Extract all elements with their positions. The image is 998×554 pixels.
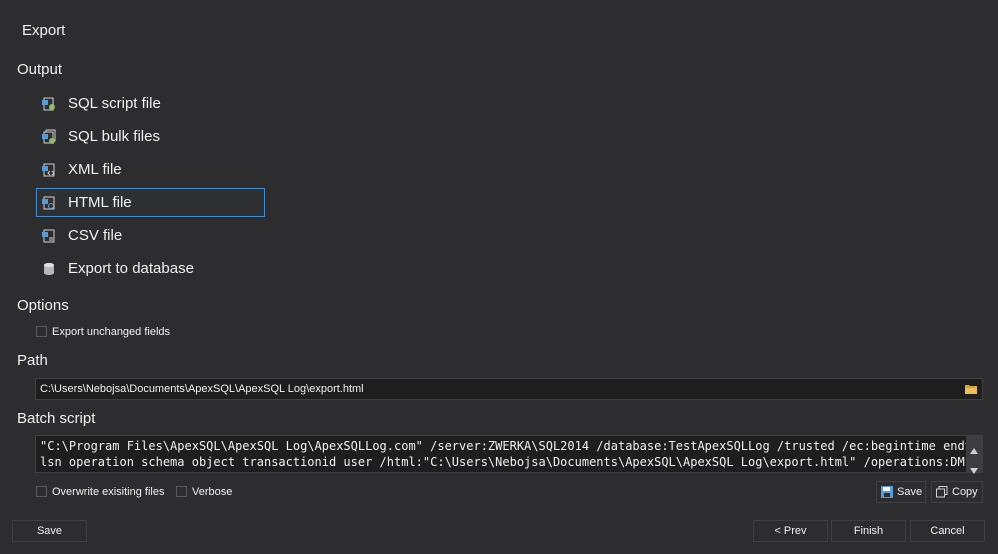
batch-save-label: Save bbox=[897, 486, 923, 498]
batch-copy-button[interactable]: Copy bbox=[931, 481, 983, 503]
path-input[interactable]: C:\Users\Nebojsa\Documents\ApexSQL\ApexS… bbox=[35, 378, 983, 400]
output-option-xml-file[interactable]: XML file bbox=[36, 155, 265, 184]
output-option-label: XML file bbox=[68, 161, 122, 178]
database-icon bbox=[41, 261, 57, 277]
batch-script-textarea[interactable]: "C:\Program Files\ApexSQL\ApexSQL Log\Ap… bbox=[35, 435, 983, 473]
save-disk-icon bbox=[881, 486, 893, 498]
sql-bulk-files-icon bbox=[41, 129, 57, 145]
verbose-checkbox[interactable] bbox=[176, 486, 187, 497]
scroll-up-icon[interactable] bbox=[970, 441, 978, 459]
output-option-label: SQL script file bbox=[68, 95, 161, 112]
cancel-button[interactable]: Cancel bbox=[910, 520, 985, 542]
overwrite-existing-label: Overwrite exisiting files bbox=[52, 486, 165, 498]
verbose-label: Verbose bbox=[192, 486, 233, 498]
batch-copy-label: Copy bbox=[952, 486, 978, 498]
output-option-label: Export to database bbox=[68, 260, 194, 277]
output-option-label: CSV file bbox=[68, 227, 123, 244]
browse-folder-icon[interactable] bbox=[964, 382, 978, 400]
csv-file-icon bbox=[41, 228, 57, 244]
finish-button[interactable]: Finish bbox=[831, 520, 906, 542]
export-unchanged-checkbox[interactable] bbox=[36, 326, 47, 337]
options-heading: Options bbox=[17, 297, 69, 314]
output-option-sql-bulk-files[interactable]: SQL bulk files bbox=[36, 122, 265, 151]
overwrite-existing-checkbox[interactable] bbox=[36, 486, 47, 497]
export-unchanged-label: Export unchanged fields bbox=[52, 326, 171, 338]
footer-save-button[interactable]: Save bbox=[12, 520, 87, 542]
dialog-title: Export bbox=[22, 22, 66, 39]
output-option-sql-script-file[interactable]: SQL script file bbox=[36, 89, 265, 118]
scroll-down-icon[interactable] bbox=[970, 461, 978, 479]
prev-button[interactable]: < Prev bbox=[753, 520, 828, 542]
output-option-label: HTML file bbox=[68, 194, 132, 211]
batch-script-line-1: "C:\Program Files\ApexSQL\ApexSQL Log\Ap… bbox=[40, 439, 983, 453]
batch-script-heading: Batch script bbox=[17, 410, 96, 427]
output-option-csv-file[interactable]: CSV file bbox=[36, 221, 265, 250]
batch-script-scrollbar[interactable] bbox=[966, 436, 982, 474]
output-heading: Output bbox=[17, 61, 63, 78]
xml-file-icon bbox=[41, 162, 57, 178]
output-option-html-file[interactable]: HTML file bbox=[36, 188, 265, 217]
batch-script-line-2: lsn operation schema object transactioni… bbox=[40, 455, 983, 469]
sql-script-file-icon bbox=[41, 96, 57, 112]
copy-icon bbox=[936, 486, 948, 498]
output-option-label: SQL bulk files bbox=[68, 128, 160, 145]
output-option-export-to-database[interactable]: Export to database bbox=[36, 254, 265, 283]
path-input-value: C:\Users\Nebojsa\Documents\ApexSQL\ApexS… bbox=[40, 383, 364, 395]
batch-save-button[interactable]: Save bbox=[876, 481, 926, 503]
path-heading: Path bbox=[17, 352, 48, 369]
html-file-icon bbox=[41, 195, 57, 211]
